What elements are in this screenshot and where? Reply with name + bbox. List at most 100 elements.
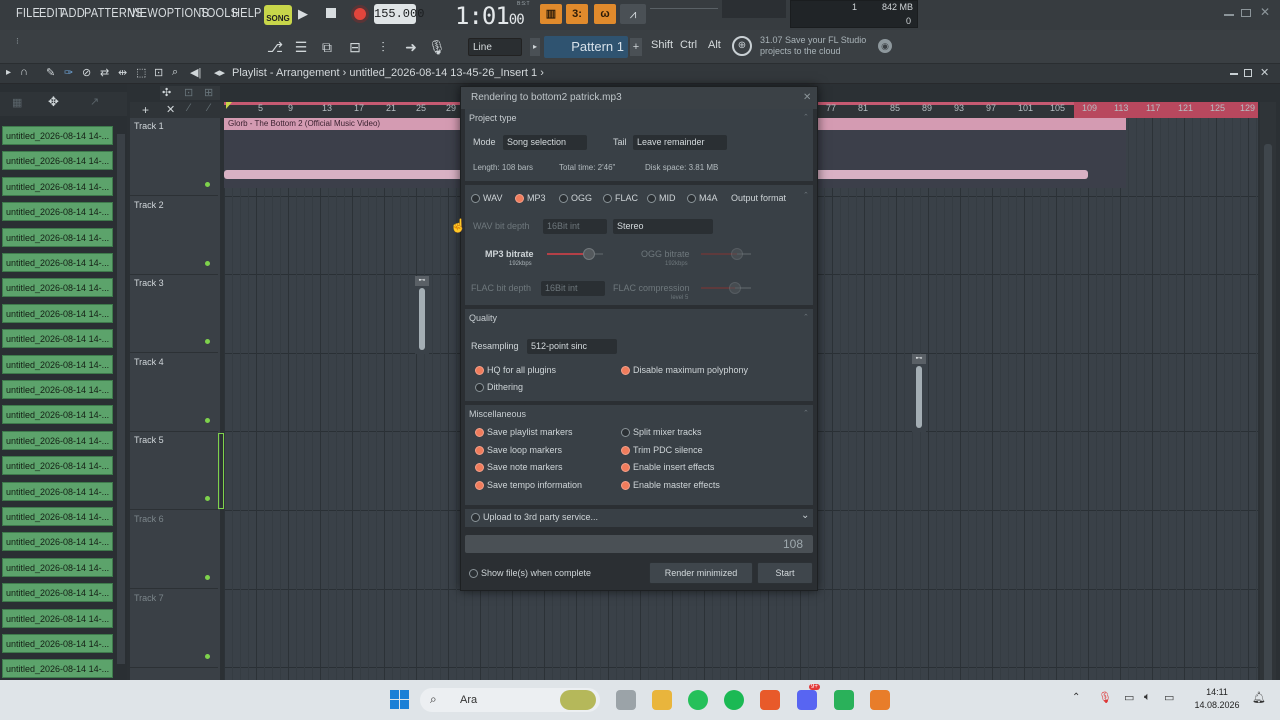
- plugin-picker-icon[interactable]: ⫶: [372, 36, 394, 58]
- browser-pattern-item[interactable]: untitled_2026-08-14 14-...: [2, 278, 113, 298]
- scroll-thumb[interactable]: [1264, 144, 1272, 704]
- track-mute-led[interactable]: [205, 653, 210, 659]
- performance-monitor[interactable]: 1 842 MB 0: [790, 0, 918, 28]
- disable-polyphony-radio[interactable]: [621, 366, 630, 375]
- clear-icon[interactable]: ✕: [166, 103, 175, 116]
- channel-rack-icon[interactable]: ☰: [290, 36, 312, 58]
- fl-studio-icon[interactable]: [870, 690, 890, 710]
- shift-key[interactable]: Shift: [651, 39, 673, 51]
- collapse-icon[interactable]: ⌃: [803, 313, 809, 321]
- taskbar-clock[interactable]: 14:11 14.08.2026: [1190, 686, 1244, 712]
- mute-tool-icon[interactable]: ⊘: [82, 66, 91, 79]
- misc-option-radio[interactable]: [621, 463, 630, 472]
- playlist-minimize-icon[interactable]: [1230, 73, 1238, 75]
- search-icon[interactable]: ⌕: [172, 66, 178, 79]
- small-clip-track4[interactable]: ⊷: [912, 354, 926, 432]
- menu-view[interactable]: VIEW: [129, 5, 158, 20]
- ogg-bitrate-slider[interactable]: [701, 248, 751, 260]
- volume-icon[interactable]: 🔈︎: [1144, 691, 1151, 704]
- file-explorer-icon[interactable]: [652, 690, 672, 710]
- browser-pattern-item[interactable]: untitled_2026-08-14 14-...: [2, 329, 113, 349]
- pattern-prev-icon[interactable]: ▸: [530, 38, 540, 56]
- task-view-icon[interactable]: [616, 690, 636, 710]
- display-tray-icon[interactable]: ▭: [1124, 691, 1134, 704]
- track-mute-led[interactable]: [205, 417, 210, 423]
- slice-tool-icon[interactable]: ⇹: [118, 66, 127, 79]
- track-mute-led[interactable]: [205, 496, 210, 502]
- whatsapp-icon[interactable]: [688, 690, 708, 710]
- browser-pattern-item[interactable]: untitled_2026-08-14 14-...: [2, 608, 113, 628]
- playlist-maximize-icon[interactable]: [1244, 69, 1252, 77]
- spotify-icon[interactable]: [724, 690, 744, 710]
- minimize-icon[interactable]: [1224, 14, 1234, 16]
- browser-pattern-item[interactable]: untitled_2026-08-14 14-...: [2, 481, 113, 501]
- format-radio-mp3[interactable]: [515, 194, 524, 203]
- browser-pattern-item[interactable]: untitled_2026-08-14 14-...: [2, 176, 113, 196]
- dialog-close-icon[interactable]: ✕: [803, 92, 811, 103]
- resampling-select[interactable]: 512-point sinc: [527, 339, 617, 354]
- misc-option-radio[interactable]: [621, 446, 630, 455]
- misc-option-radio[interactable]: [621, 481, 630, 490]
- browser-scrollbar[interactable]: [117, 134, 125, 664]
- collapse-icon[interactable]: ⌃: [803, 409, 809, 417]
- globe-icon[interactable]: ◉: [878, 39, 892, 53]
- tray-chevron-icon[interactable]: ⌃: [1072, 692, 1080, 703]
- mixer-icon[interactable]: ⊟: [344, 36, 366, 58]
- taskbar-search[interactable]: ⌕ Ara: [420, 688, 600, 712]
- show-files-radio[interactable]: [469, 569, 478, 578]
- wait-for-input-icon[interactable]: ω: [594, 4, 616, 24]
- metronome-icon[interactable]: ⩘: [620, 4, 646, 24]
- pattern-select[interactable]: Pattern 1: [544, 36, 628, 58]
- add-track-icon[interactable]: +: [142, 103, 149, 117]
- browser-pattern-item[interactable]: untitled_2026-08-14 14-...: [2, 126, 113, 145]
- collapse-arrow-icon[interactable]: ▸: [6, 67, 11, 78]
- piano-roll-icon[interactable]: ⧉: [316, 36, 338, 58]
- track-tool2-icon[interactable]: ⁄: [208, 102, 210, 114]
- browser-tool-icon[interactable]: ▦: [12, 96, 22, 109]
- battery-icon[interactable]: ▭: [1164, 691, 1174, 704]
- browser-pattern-item[interactable]: untitled_2026-08-14 14-...: [2, 430, 113, 450]
- browser-pattern-item[interactable]: untitled_2026-08-14 14-...: [2, 303, 113, 323]
- track-tool-icon[interactable]: ⁄: [188, 102, 190, 114]
- browser-pattern-item[interactable]: untitled_2026-08-14 14-...: [2, 202, 113, 222]
- upload-section[interactable]: Upload to 3rd party service... ⌄: [465, 509, 813, 527]
- channels-select[interactable]: Stereo: [613, 219, 713, 234]
- song-mode-toggle[interactable]: SONG: [264, 5, 292, 25]
- browser-link-icon[interactable]: ↗: [90, 95, 99, 108]
- pattern-song-icon[interactable]: ▥: [540, 4, 562, 24]
- mode-select[interactable]: Song selection: [503, 135, 587, 150]
- playback-tool-icon[interactable]: ◀|: [190, 66, 201, 79]
- flac-compression-knob[interactable]: [729, 282, 741, 294]
- track-view3-icon[interactable]: ⊞: [204, 86, 213, 99]
- track-header[interactable]: Track 2: [130, 197, 218, 275]
- track-header[interactable]: Track 4: [130, 354, 218, 432]
- browser-pattern-item[interactable]: untitled_2026-08-14 14-...: [2, 456, 113, 476]
- brush-icon[interactable]: ✑: [64, 66, 73, 79]
- ctrl-key[interactable]: Ctrl: [680, 39, 697, 51]
- menu-file[interactable]: FILE: [16, 5, 40, 20]
- format-radio-mid[interactable]: [647, 194, 656, 203]
- arrow-right-icon[interactable]: ➜: [400, 36, 422, 58]
- misc-option-radio[interactable]: [475, 481, 484, 490]
- collapse-icon[interactable]: ⌃: [803, 191, 809, 199]
- browser-move-icon[interactable]: ✥: [48, 94, 59, 110]
- playhead-marker[interactable]: [226, 102, 232, 109]
- zoom-tool-icon[interactable]: ⊡: [154, 66, 163, 79]
- playlist-view-icon[interactable]: ⎇: [264, 36, 286, 58]
- ogg-bitrate-knob[interactable]: [731, 248, 743, 260]
- misc-option-radio[interactable]: [621, 428, 630, 437]
- browser-pattern-item[interactable]: untitled_2026-08-14 14-...: [2, 405, 113, 425]
- render-minimized-button[interactable]: Render minimized: [649, 562, 753, 584]
- browser-pattern-item[interactable]: untitled_2026-08-14 14-...: [2, 151, 113, 171]
- browser-pattern-item[interactable]: untitled_2026-08-14 14-...: [2, 659, 113, 679]
- close-icon[interactable]: ✕: [1260, 5, 1270, 19]
- playlist-scrollbar[interactable]: [1260, 102, 1276, 704]
- format-radio-wav[interactable]: [471, 194, 480, 203]
- discord-icon[interactable]: 9+: [797, 684, 820, 710]
- track-view2-icon[interactable]: ⊡: [184, 86, 193, 99]
- track-mute-led[interactable]: [205, 260, 210, 266]
- master-volume-slider[interactable]: [650, 8, 718, 20]
- metronome-count-icon[interactable]: 3:: [566, 4, 588, 24]
- format-radio-ogg[interactable]: [559, 194, 568, 203]
- track-header[interactable]: Track 1: [130, 118, 218, 196]
